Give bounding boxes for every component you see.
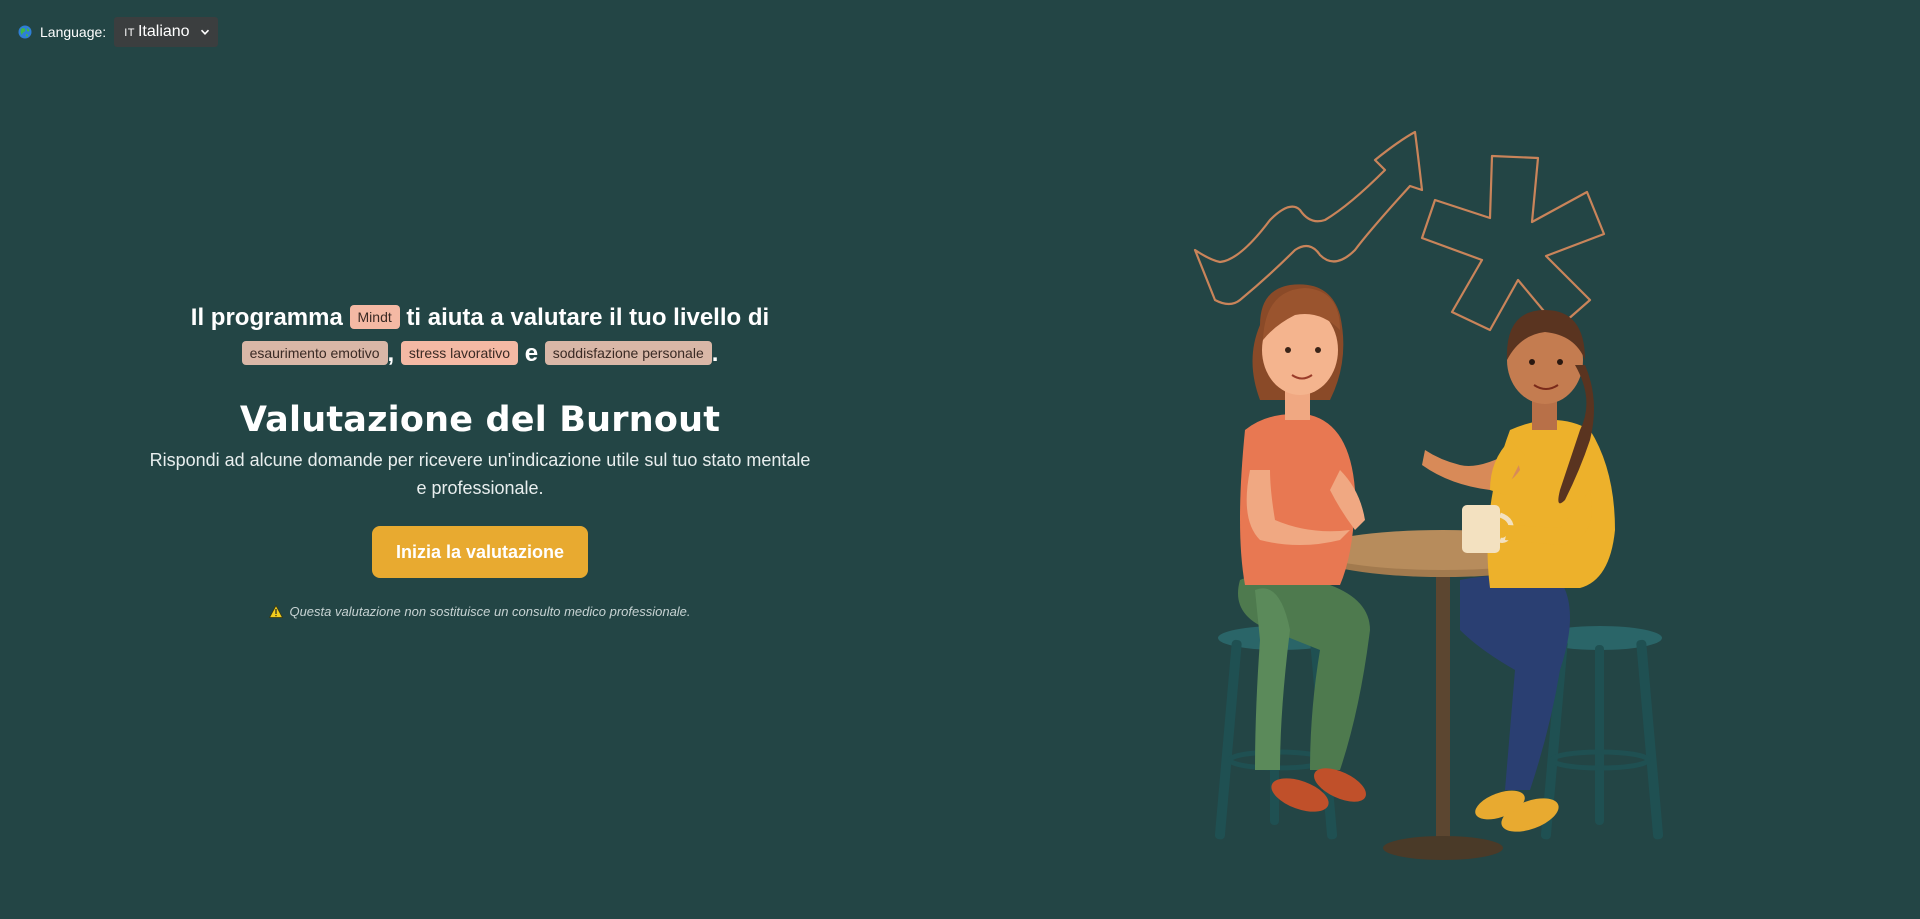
tag-work-stress: stress lavorativo	[400, 340, 519, 365]
hero-section: Il programma Mindt ti aiuta a valutare i…	[130, 300, 830, 619]
language-label: Language:	[40, 24, 107, 40]
warning-icon	[269, 605, 284, 618]
start-assessment-button[interactable]: Inizia la valutazione	[371, 526, 589, 578]
tag-personal-satisfaction: soddisfazione personale	[544, 340, 712, 365]
language-bar: Language: IT Italiano	[18, 17, 218, 47]
chevron-down-icon	[200, 29, 209, 35]
program-name-tag: Mindt	[349, 304, 400, 329]
intro-comma: ,	[387, 340, 395, 367]
intro-and: e	[524, 340, 539, 367]
intro-text: Il programma Mindt ti aiuta a valutare i…	[130, 300, 830, 372]
language-select[interactable]: IT Italiano	[114, 17, 218, 47]
trend-arrow-icon	[1193, 130, 1424, 306]
disclaimer: Questa valutazione non sostituisce un co…	[130, 604, 830, 619]
asterisk-icon	[1420, 154, 1606, 332]
intro-middle: ti aiuta a valutare il tuo livello di	[406, 304, 770, 331]
tag-emotional-exhaustion: esaurimento emotivo	[241, 340, 388, 365]
disclaimer-text: Questa valutazione non sostituisce un co…	[289, 604, 691, 619]
page-title: Valutazione del Burnout	[239, 400, 721, 440]
language-flag-code: IT	[124, 27, 135, 39]
intro-prefix: Il programma	[190, 304, 343, 331]
language-selected-value: Italiano	[137, 23, 190, 40]
globe-icon	[18, 25, 32, 39]
page-subtitle: Rispondi ad alcune domande per ricevere …	[149, 450, 811, 498]
two-women-conversation-illustration	[1193, 130, 1664, 860]
intro-period: .	[711, 340, 719, 367]
